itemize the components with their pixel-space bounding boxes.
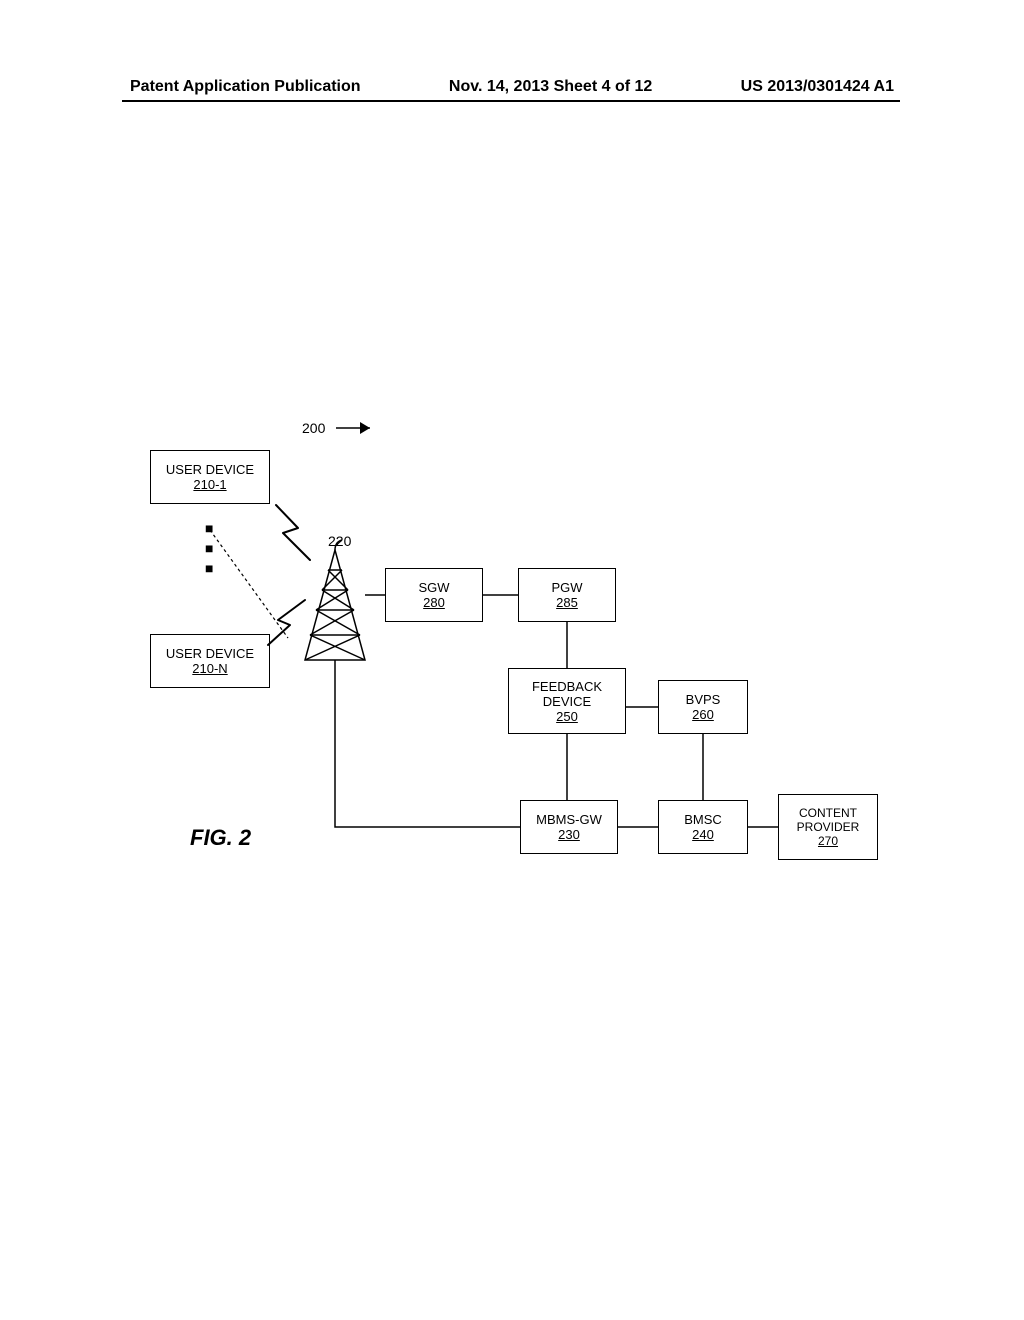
page-header: Patent Application Publication Nov. 14, …: [130, 78, 894, 96]
header-center: Nov. 14, 2013 Sheet 4 of 12: [449, 78, 652, 96]
header-right: US 2013/0301424 A1: [741, 78, 894, 96]
header-left: Patent Application Publication: [130, 78, 361, 96]
figure-label: FIG. 2: [190, 825, 251, 851]
connector-lines: [150, 420, 890, 900]
network-diagram: 200 USER DEVICE 210-1 ■■■ USER DEVICE 21…: [150, 420, 890, 900]
page: Patent Application Publication Nov. 14, …: [0, 0, 1024, 1320]
header-rule: [122, 100, 900, 102]
